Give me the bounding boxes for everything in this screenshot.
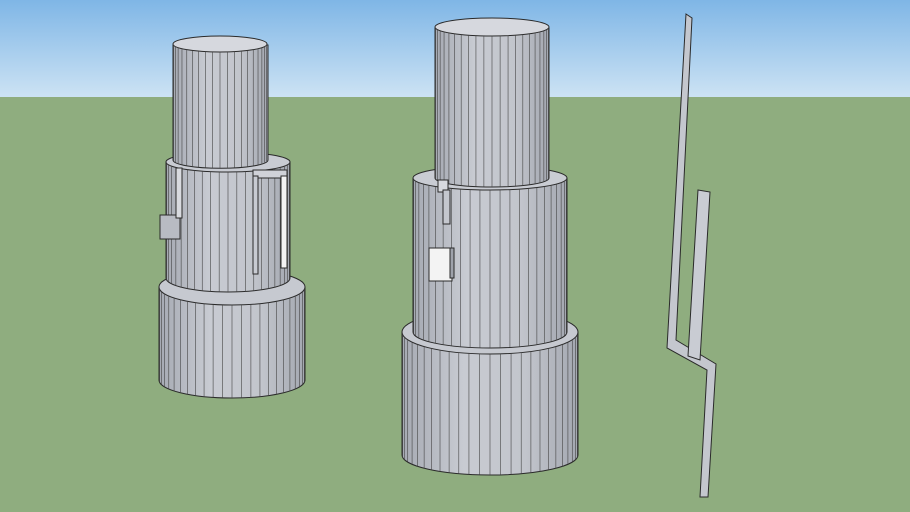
center-top-cylinder bbox=[434, 17, 550, 188]
3d-viewport[interactable] bbox=[0, 0, 910, 512]
left-top-cylinder bbox=[172, 35, 269, 169]
